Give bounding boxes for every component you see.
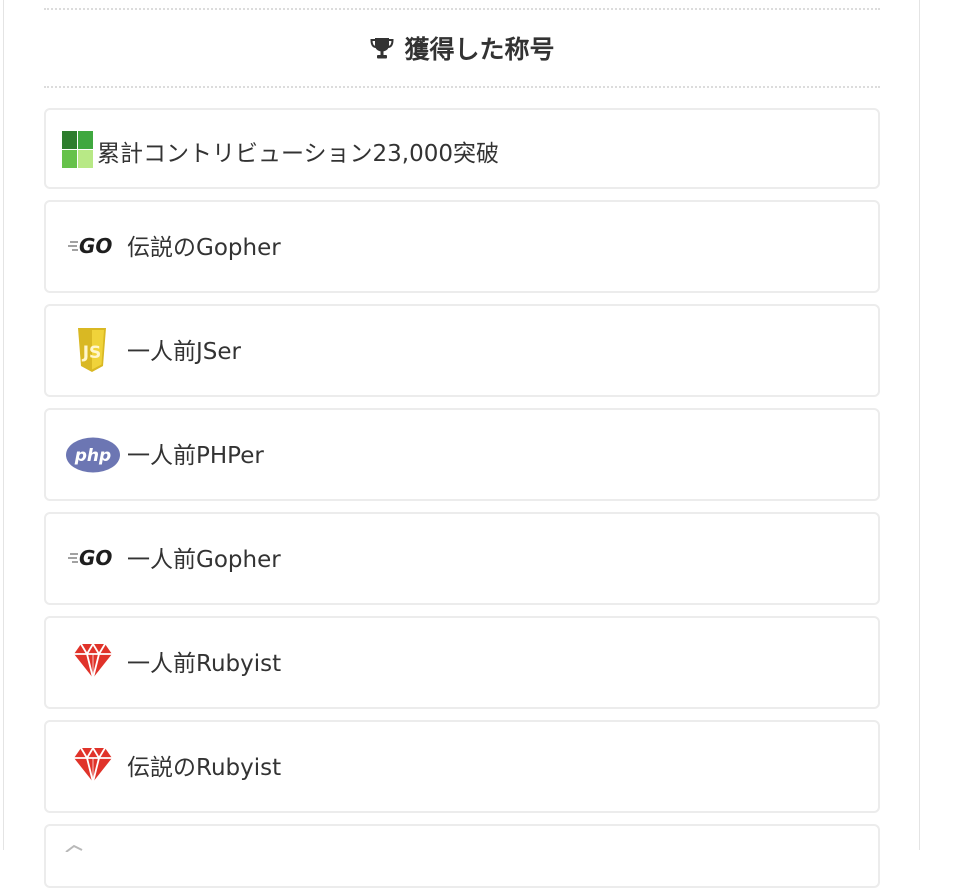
badge-label: 一人前JSer: [127, 339, 241, 365]
badge-item: 累計コントリビューション23,000突破: [44, 108, 880, 189]
divider-bottom: [44, 86, 880, 88]
php-logo-icon: php: [66, 437, 120, 473]
badge-item: 一人前Rubyist: [44, 616, 880, 709]
badge-item: php 一人前PHPer: [44, 408, 880, 501]
badge-label: 累計コントリビューション23,000突破: [97, 141, 500, 167]
go-logo-icon: GO: [68, 234, 112, 258]
js-shield-icon: JS: [78, 328, 106, 372]
svg-text:GO: GO: [79, 546, 112, 570]
badge-item: JS 一人前JSer: [44, 304, 880, 397]
svg-text:php: php: [74, 446, 111, 466]
panel-right-border: [919, 0, 920, 850]
panel-left-border: [3, 0, 4, 850]
ruby-gem-icon: [74, 642, 112, 679]
badge-item: 伝説のRubyist: [44, 720, 880, 813]
badge-label: 一人前Gopher: [127, 547, 281, 573]
badge-item: GO 伝説のGopher: [44, 200, 880, 293]
badge-label: 一人前PHPer: [127, 443, 264, 469]
go-logo-icon: GO: [68, 546, 112, 570]
badge-item-partial: [44, 824, 880, 888]
contribution-grid-icon: [62, 131, 93, 168]
svg-text:GO: GO: [79, 234, 112, 258]
badge-label: 一人前Rubyist: [127, 651, 282, 677]
section-header: 獲得した称号: [44, 28, 880, 68]
svg-text:JS: JS: [82, 343, 102, 363]
badge-label: 伝説のGopher: [127, 235, 281, 261]
ruby-gem-icon: [74, 746, 112, 783]
section-title: 獲得した称号: [404, 35, 555, 64]
badge-label: 伝説のRubyist: [127, 755, 282, 781]
trophy-icon: [370, 38, 394, 59]
badge-item: GO 一人前Gopher: [44, 512, 880, 605]
divider-top: [44, 8, 880, 10]
partial-badge-icon: [65, 844, 83, 852]
